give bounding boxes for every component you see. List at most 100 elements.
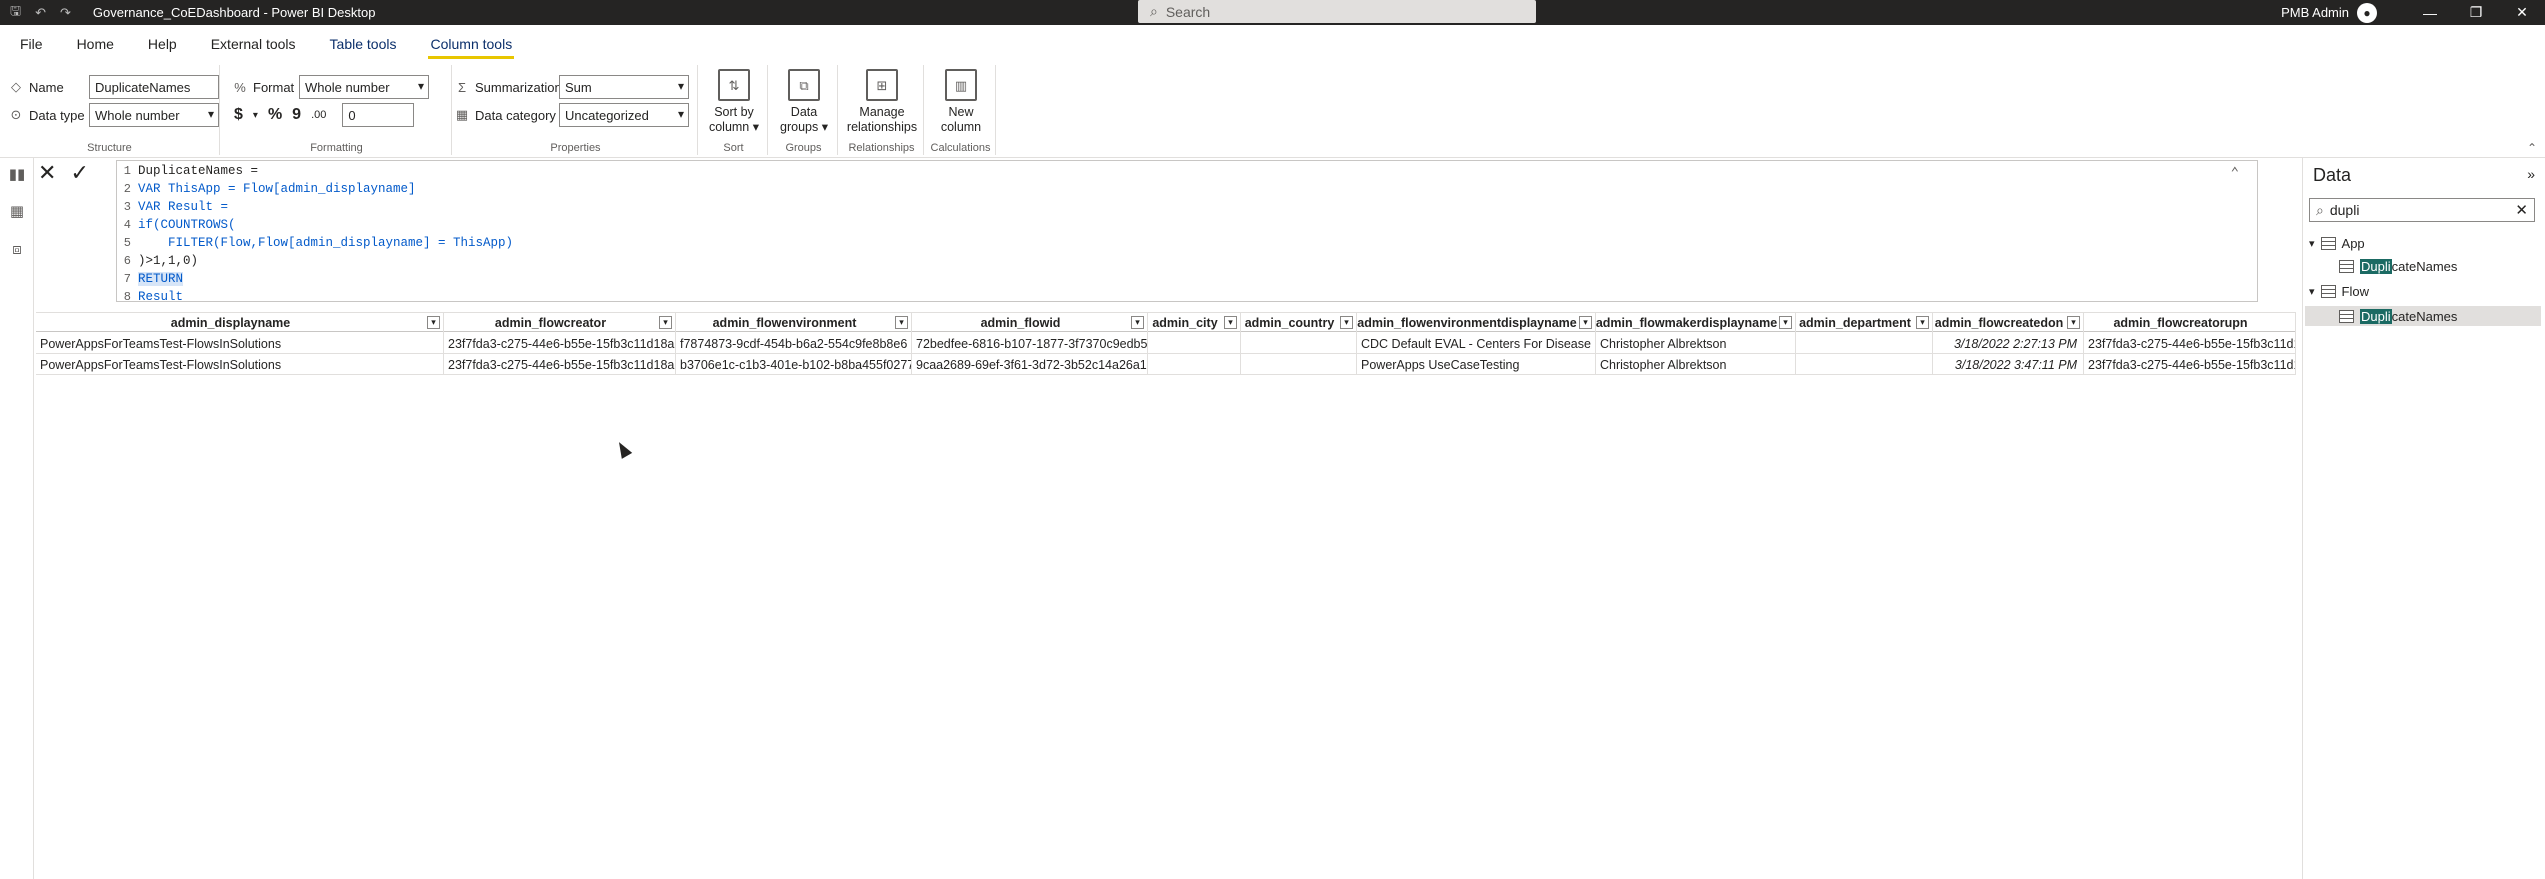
column-header[interactable]: admin_displayname ▾ xyxy=(36,313,444,333)
cancel-formula-icon[interactable]: ✕ xyxy=(38,160,56,186)
redo-icon[interactable]: ↷ xyxy=(60,5,71,21)
filter-dropdown-icon[interactable]: ▾ xyxy=(427,316,440,329)
close-window-icon[interactable]: ✕ xyxy=(2499,0,2545,25)
filter-dropdown-icon[interactable]: ▾ xyxy=(659,316,672,329)
decimals-stepper[interactable]: 0 xyxy=(342,103,415,127)
tab-external-tools[interactable]: External tools xyxy=(209,30,298,58)
report-view-icon[interactable]: ▮▮ xyxy=(8,165,26,183)
table-cell[interactable]: PowerAppsForTeamsTest-FlowsInSolutions xyxy=(36,333,444,354)
datatype-dropdown[interactable]: Whole number xyxy=(89,103,219,127)
filter-dropdown-icon[interactable]: ▾ xyxy=(1131,316,1144,329)
tab-home[interactable]: Home xyxy=(75,30,116,58)
table-cell[interactable]: b3706e1c-c1b3-401e-b102-b8ba455f0277 xyxy=(676,354,912,375)
filter-dropdown-icon[interactable]: ▾ xyxy=(1224,316,1237,329)
column-header[interactable]: admin_department ▾ xyxy=(1796,313,1933,333)
commit-formula-icon[interactable]: ✓ xyxy=(70,160,88,186)
format-dropdown[interactable]: Whole number xyxy=(299,75,429,99)
currency-button[interactable]: $ xyxy=(234,106,243,124)
sort-group: ⇅ Sort by column ▾ Sort xyxy=(700,65,768,155)
table-cell[interactable]: 3/18/2022 2:27:13 PM xyxy=(1933,333,2084,354)
field-duplicatenames-selected[interactable]: Dupli cateNames xyxy=(2305,306,2541,326)
undo-icon[interactable]: ↶ xyxy=(35,5,46,21)
field-duplicatenames[interactable]: Dupli cateNames xyxy=(2339,259,2457,274)
table-cell[interactable]: 23f7fda3-c275-44e6-b55e-15fb3c11d18a xyxy=(2084,333,2296,354)
column-title: admin_flowcreatedon xyxy=(1934,316,2064,330)
column-header[interactable]: admin_flowcreator ▾ xyxy=(444,313,676,333)
table-cell[interactable]: 23f7fda3-c275-44e6-b55e-15fb3c11d18a xyxy=(2084,354,2296,375)
clear-search-icon[interactable]: ✕ xyxy=(2515,201,2528,219)
table-cell[interactable]: Christopher Albrektson xyxy=(1596,354,1796,375)
table-cell[interactable] xyxy=(1148,354,1241,375)
filter-dropdown-icon[interactable]: ▾ xyxy=(1340,316,1353,329)
table-cell[interactable] xyxy=(1241,333,1357,354)
category-dropdown[interactable]: Uncategorized xyxy=(559,103,689,127)
filter-dropdown-icon[interactable]: ▾ xyxy=(1579,316,1592,329)
chevron-down-icon[interactable]: ▾ xyxy=(253,110,258,121)
table-cell[interactable] xyxy=(1796,354,1933,375)
summarization-dropdown[interactable]: Sum xyxy=(559,75,689,99)
manage-relationships-button[interactable]: ⊞ Manage relationships xyxy=(840,69,924,135)
table-cell[interactable] xyxy=(1796,333,1933,354)
search-box[interactable]: ⌕ Search xyxy=(1138,0,1536,23)
title-bar: 🖫 ↶ ↷ Governance_CoEDashboard - Power BI… xyxy=(0,0,2545,25)
code-text: if(COUNTROWS( xyxy=(138,218,236,232)
table-cell[interactable]: 23f7fda3-c275-44e6-b55e-15fb3c11d18a xyxy=(444,354,676,375)
column-title: admin_flowmakerdisplayname xyxy=(1596,316,1778,330)
tab-column-tools[interactable]: Column tools xyxy=(428,30,515,59)
table-cell[interactable]: 23f7fda3-c275-44e6-b55e-15fb3c11d18a xyxy=(444,333,676,354)
restore-icon[interactable]: ❐ xyxy=(2453,0,2499,25)
search-icon: ⌕ xyxy=(1150,3,1158,19)
collapse-ribbon-icon[interactable]: ⌃ xyxy=(2527,141,2537,155)
user-name[interactable]: PMB Admin xyxy=(2281,5,2349,20)
name-input[interactable]: DuplicateNames xyxy=(89,75,219,99)
table-cell[interactable]: 72bedfee-6816-b107-1877-3f7370c9edb5 xyxy=(912,333,1148,354)
column-header[interactable]: admin_country ▾ xyxy=(1241,313,1357,333)
data-search-input[interactable]: ⌕ dupli ✕ xyxy=(2309,198,2535,222)
avatar-icon[interactable]: ● xyxy=(2357,2,2377,23)
table-cell[interactable] xyxy=(1148,333,1241,354)
save-icon[interactable]: 🖫 xyxy=(10,2,21,24)
table-node-app[interactable]: ▾ App xyxy=(2309,236,2365,251)
percent-button[interactable]: % xyxy=(268,106,282,124)
filter-dropdown-icon[interactable]: ▾ xyxy=(2067,316,2080,329)
minimize-icon[interactable]: — xyxy=(2407,0,2453,25)
column-header[interactable]: admin_city ▾ xyxy=(1148,313,1241,333)
tab-help[interactable]: Help xyxy=(146,30,179,58)
table-cell[interactable]: f7874873-9cdf-454b-b6a2-554c9fe8b8e6 xyxy=(676,333,912,354)
window-title: Governance_CoEDashboard - Power BI Deskt… xyxy=(92,5,376,20)
column-header[interactable]: admin_flowcreatedon ▾ xyxy=(1933,313,2084,333)
column-header[interactable]: admin_flowenvironmentdisplayname ▾ xyxy=(1357,313,1596,333)
column-header[interactable]: admin_flowenvironment ▾ xyxy=(676,313,912,333)
table-row[interactable]: PowerAppsForTeamsTest-FlowsInSolutions 2… xyxy=(36,354,2296,375)
formula-editor[interactable]: 1 DuplicateNames = 2 VAR ThisApp = Flow[… xyxy=(116,160,2258,304)
table-cell[interactable] xyxy=(1241,354,1357,375)
calculations-group: ▥ New column Calculations xyxy=(926,65,996,155)
chevron-down-icon[interactable]: ▾ xyxy=(2309,285,2315,298)
collapse-pane-icon[interactable]: » xyxy=(2527,166,2535,182)
table-cell[interactable]: 3/18/2022 3:47:11 PM xyxy=(1933,354,2084,375)
tab-file[interactable]: File xyxy=(18,30,45,58)
table-cell[interactable]: PowerApps UseCaseTesting xyxy=(1357,354,1596,375)
column-header[interactable]: admin_flowcreatorupn xyxy=(2084,313,2296,333)
chevron-down-icon[interactable]: ▾ xyxy=(2309,237,2315,250)
column-header[interactable]: admin_flowmakerdisplayname ▾ xyxy=(1596,313,1796,333)
decimal-places-icon[interactable]: .00 xyxy=(311,109,326,121)
table-cell[interactable]: PowerAppsForTeamsTest-FlowsInSolutions xyxy=(36,354,444,375)
sort-by-column-button[interactable]: ⇅ Sort by column ▾ xyxy=(700,69,768,135)
table-cell[interactable]: 9caa2689-69ef-3f61-3d72-3b52c14a26a1 xyxy=(912,354,1148,375)
column-header[interactable]: admin_flowid ▾ xyxy=(912,313,1148,333)
table-cell[interactable]: CDC Default EVAL - Centers For Disease C… xyxy=(1357,333,1596,354)
table-row[interactable]: PowerAppsForTeamsTest-FlowsInSolutions 2… xyxy=(36,333,2296,354)
collapse-formula-icon[interactable]: ⌃ xyxy=(2231,165,2239,182)
filter-dropdown-icon[interactable]: ▾ xyxy=(1779,316,1792,329)
table-node-flow[interactable]: ▾ Flow xyxy=(2309,284,2369,299)
filter-dropdown-icon[interactable]: ▾ xyxy=(1916,316,1929,329)
table-cell[interactable]: Christopher Albrektson xyxy=(1596,333,1796,354)
tab-table-tools[interactable]: Table tools xyxy=(328,30,399,58)
model-view-icon[interactable]: ⧈ xyxy=(8,241,26,259)
filter-dropdown-icon[interactable]: ▾ xyxy=(895,316,908,329)
data-groups-button[interactable]: ⧉ Data groups ▾ xyxy=(770,69,838,135)
new-column-button[interactable]: ▥ New column xyxy=(926,69,996,135)
comma-button[interactable]: 9 xyxy=(292,106,301,124)
table-view-icon[interactable]: ▦ xyxy=(8,202,26,220)
